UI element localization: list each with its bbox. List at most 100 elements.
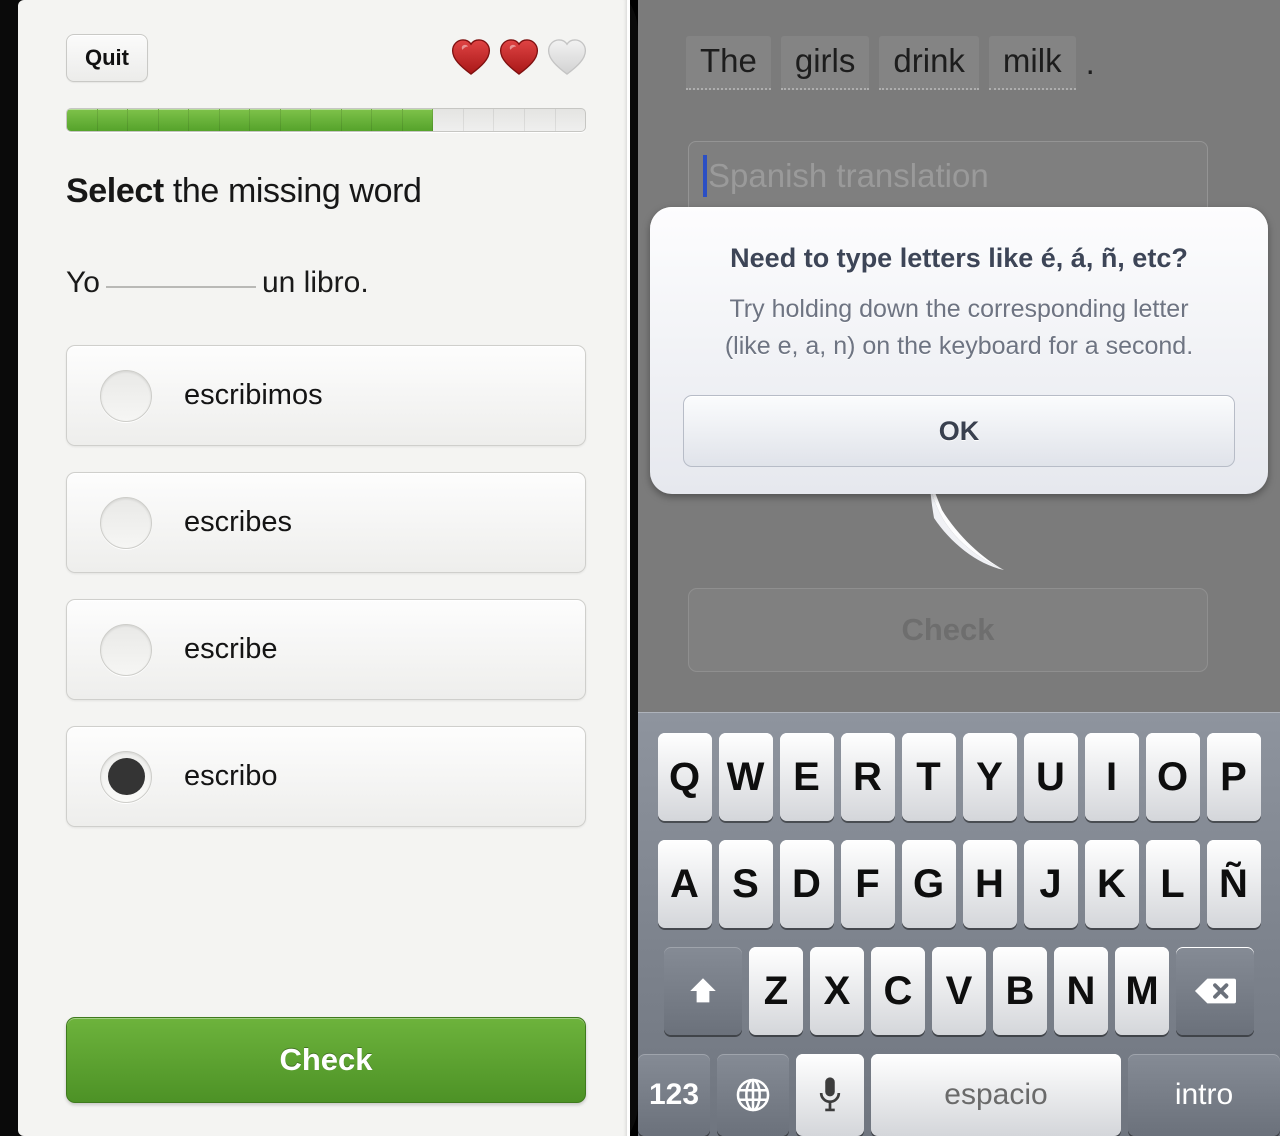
key-J[interactable]: J xyxy=(1023,840,1078,928)
dialog-body-line2: (like e, a, n) on the keyboard for a sec… xyxy=(724,332,1194,360)
dialog-title: Need to type letters like é, á, ñ, etc? xyxy=(730,243,1188,273)
shift-icon xyxy=(690,978,716,1003)
word-chip[interactable]: drink xyxy=(879,36,979,90)
radio-dot xyxy=(107,758,145,795)
answer-option-2[interactable]: escribe xyxy=(66,599,586,700)
dialog-body: Try holding down the corresponding lette… xyxy=(650,291,1268,365)
progress-segment xyxy=(341,109,373,131)
check-button-dimmed: Check xyxy=(688,588,1208,672)
progress-segment xyxy=(525,109,556,131)
translation-input[interactable]: Spanish translation xyxy=(688,141,1208,211)
answer-option-1[interactable]: escribes xyxy=(66,472,586,573)
key-P[interactable]: P xyxy=(1206,733,1261,821)
hearts-container xyxy=(450,36,588,78)
key-F[interactable]: F xyxy=(840,840,895,928)
key-T[interactable]: T xyxy=(901,733,956,821)
progress-segment xyxy=(158,109,190,131)
quit-button[interactable]: Quit xyxy=(66,34,148,82)
key-M[interactable]: M xyxy=(1115,947,1169,1035)
progress-segment xyxy=(464,109,495,131)
globe-key[interactable] xyxy=(717,1054,789,1136)
sentence-prefix: Yo xyxy=(66,266,100,299)
key-D[interactable]: D xyxy=(779,840,834,928)
progress-segment xyxy=(280,109,312,131)
word-chips-container: The girls drink milk. xyxy=(686,36,1095,90)
key-U[interactable]: U xyxy=(1023,733,1078,821)
prompt-rest: the missing word xyxy=(163,172,422,210)
backspace-key[interactable] xyxy=(1176,947,1254,1035)
key-A[interactable]: A xyxy=(657,840,712,928)
key-I[interactable]: I xyxy=(1084,733,1139,821)
heart-icon-filled-2 xyxy=(499,39,539,75)
key-V[interactable]: V xyxy=(932,947,986,1035)
radio-button[interactable] xyxy=(100,369,152,422)
progress-segment xyxy=(67,109,98,131)
heart-icon-filled-1 xyxy=(451,39,491,75)
enter-key[interactable]: intro xyxy=(1128,1054,1280,1136)
virtual-keyboard: QWERTYUIOP ASDFGHJKLÑ ZXCVBNM 123 espaci… xyxy=(638,712,1280,1136)
progress-segment xyxy=(311,109,342,131)
globe-icon xyxy=(736,1078,770,1112)
lesson-progress-bar xyxy=(66,108,586,132)
answer-options-list: escribimos escribes escribe escribo xyxy=(66,345,586,853)
microphone-key[interactable] xyxy=(796,1054,864,1136)
word-chip[interactable]: milk xyxy=(988,36,1076,90)
radio-button[interactable] xyxy=(100,750,152,803)
progress-segment xyxy=(494,109,525,131)
key-G[interactable]: G xyxy=(901,840,956,928)
key-S[interactable]: S xyxy=(718,840,773,928)
key-W[interactable]: W xyxy=(718,733,773,821)
answer-option-3[interactable]: escribo xyxy=(66,726,586,827)
word-chip[interactable]: girls xyxy=(780,36,870,90)
keyboard-row-2: ASDFGHJKLÑ xyxy=(638,840,1280,928)
translation-input-placeholder: Spanish translation xyxy=(708,157,989,194)
dialog-ok-button[interactable]: OK xyxy=(683,395,1235,467)
keyboard-row-3-letters: ZXCVBNM xyxy=(749,947,1169,1035)
key-X[interactable]: X xyxy=(810,947,864,1035)
key-N[interactable]: N xyxy=(1054,947,1108,1035)
heart-icon-empty-3 xyxy=(547,39,587,75)
progress-segment xyxy=(128,109,159,131)
text-cursor xyxy=(703,155,707,197)
progress-segment xyxy=(189,109,220,131)
progress-segment xyxy=(402,109,434,131)
key-L[interactable]: L xyxy=(1145,840,1200,928)
microphone-icon xyxy=(819,1077,841,1112)
shift-key[interactable] xyxy=(664,947,742,1035)
radio-button[interactable] xyxy=(100,496,152,549)
question-sentence: Yo un libro. xyxy=(66,266,586,300)
progress-segment xyxy=(250,109,281,131)
key-O[interactable]: O xyxy=(1145,733,1200,821)
answer-option-label: escribimos xyxy=(184,379,323,411)
answer-option-label: escribe xyxy=(184,633,278,665)
key-Q[interactable]: Q xyxy=(657,733,712,821)
progress-segment xyxy=(219,109,251,131)
missing-word-blank xyxy=(105,266,256,288)
progress-segment xyxy=(372,109,403,131)
progress-segment xyxy=(97,109,129,131)
space-key[interactable]: espacio xyxy=(871,1054,1121,1136)
sentence-suffix: un libro. xyxy=(261,266,369,299)
key-Z[interactable]: Z xyxy=(749,947,803,1035)
check-button[interactable]: Check xyxy=(66,1017,586,1103)
key-E[interactable]: E xyxy=(779,733,834,821)
key-H[interactable]: H xyxy=(962,840,1017,928)
numbers-key[interactable]: 123 xyxy=(638,1054,710,1136)
backspace-icon xyxy=(1194,978,1236,1004)
key-R[interactable]: R xyxy=(840,733,895,821)
key-Ñ[interactable]: Ñ xyxy=(1206,840,1261,928)
key-K[interactable]: K xyxy=(1084,840,1139,928)
keyboard-row-1: QWERTYUIOP xyxy=(638,733,1280,821)
key-C[interactable]: C xyxy=(871,947,925,1035)
keyboard-row-3: ZXCVBNM xyxy=(638,947,1280,1035)
key-B[interactable]: B xyxy=(993,947,1047,1035)
radio-button[interactable] xyxy=(100,623,152,676)
answer-option-0[interactable]: escribimos xyxy=(66,345,586,446)
exercise-topbar: Quit xyxy=(48,28,600,86)
hint-dialog: Need to type letters like é, á, ñ, etc? … xyxy=(650,207,1268,494)
page-title: Select the missing word xyxy=(66,172,586,211)
right-phone-panel: The girls drink milk. Spanish translation C… xyxy=(638,0,1280,1136)
sentence-period: . xyxy=(1085,44,1095,81)
word-chip[interactable]: The xyxy=(686,36,771,90)
key-Y[interactable]: Y xyxy=(962,733,1017,821)
